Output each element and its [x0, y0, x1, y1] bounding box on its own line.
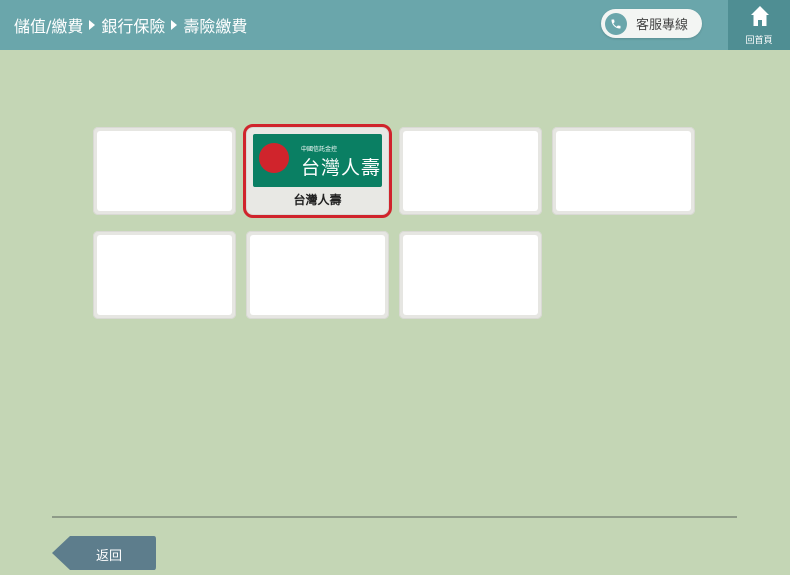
breadcrumb-item-topup-payment[interactable]: 儲值/繳費 — [14, 13, 83, 37]
provider-tile-empty-4[interactable] — [552, 127, 695, 215]
top-bar: 儲值/繳費 銀行保險 壽險繳費 客服專線 回首頁 — [0, 0, 790, 50]
home-icon — [751, 6, 769, 26]
provider-tile-empty-5[interactable] — [93, 231, 236, 319]
logo-company-name: 台灣人壽 — [301, 157, 382, 179]
tile-blank — [250, 235, 385, 315]
tile-blank — [556, 131, 691, 211]
tile-caption: 台灣人壽 — [293, 193, 342, 207]
provider-tile-empty-7[interactable] — [399, 231, 542, 319]
taiwan-life-emblem-icon — [259, 143, 289, 173]
breadcrumb: 儲值/繳費 銀行保險 壽險繳費 — [14, 0, 247, 50]
phone-icon — [605, 12, 627, 35]
back-label: 返回 — [96, 549, 123, 564]
provider-tile-empty-3[interactable] — [399, 127, 542, 215]
back-button[interactable]: 返回 — [52, 535, 157, 571]
breadcrumb-arrow-icon — [171, 20, 178, 30]
provider-tile-empty-1[interactable] — [93, 127, 236, 215]
footer-divider — [52, 516, 737, 518]
customer-hotline-button[interactable]: 客服專線 — [601, 9, 702, 38]
home-label: 回首頁 — [745, 36, 773, 46]
home-button[interactable]: 回首頁 — [728, 0, 790, 50]
logo-parent-company: 中國信託金控 — [301, 146, 338, 153]
tile-blank — [97, 131, 232, 211]
breadcrumb-item-bank-insurance[interactable]: 銀行保險 — [101, 13, 165, 37]
hotline-label: 客服專線 — [636, 18, 689, 33]
taiwan-life-logo: 中國信託金控 台灣人壽 — [253, 134, 382, 187]
tile-blank — [97, 235, 232, 315]
breadcrumb-item-life-insurance-payment: 壽險繳費 — [183, 17, 248, 36]
provider-tile-empty-6[interactable] — [246, 231, 389, 319]
breadcrumb-arrow-icon — [89, 20, 96, 30]
provider-tile-taiwan-life[interactable]: 中國信託金控 台灣人壽 台灣人壽 — [243, 124, 392, 218]
tile-blank — [403, 235, 538, 315]
tile-blank — [403, 131, 538, 211]
